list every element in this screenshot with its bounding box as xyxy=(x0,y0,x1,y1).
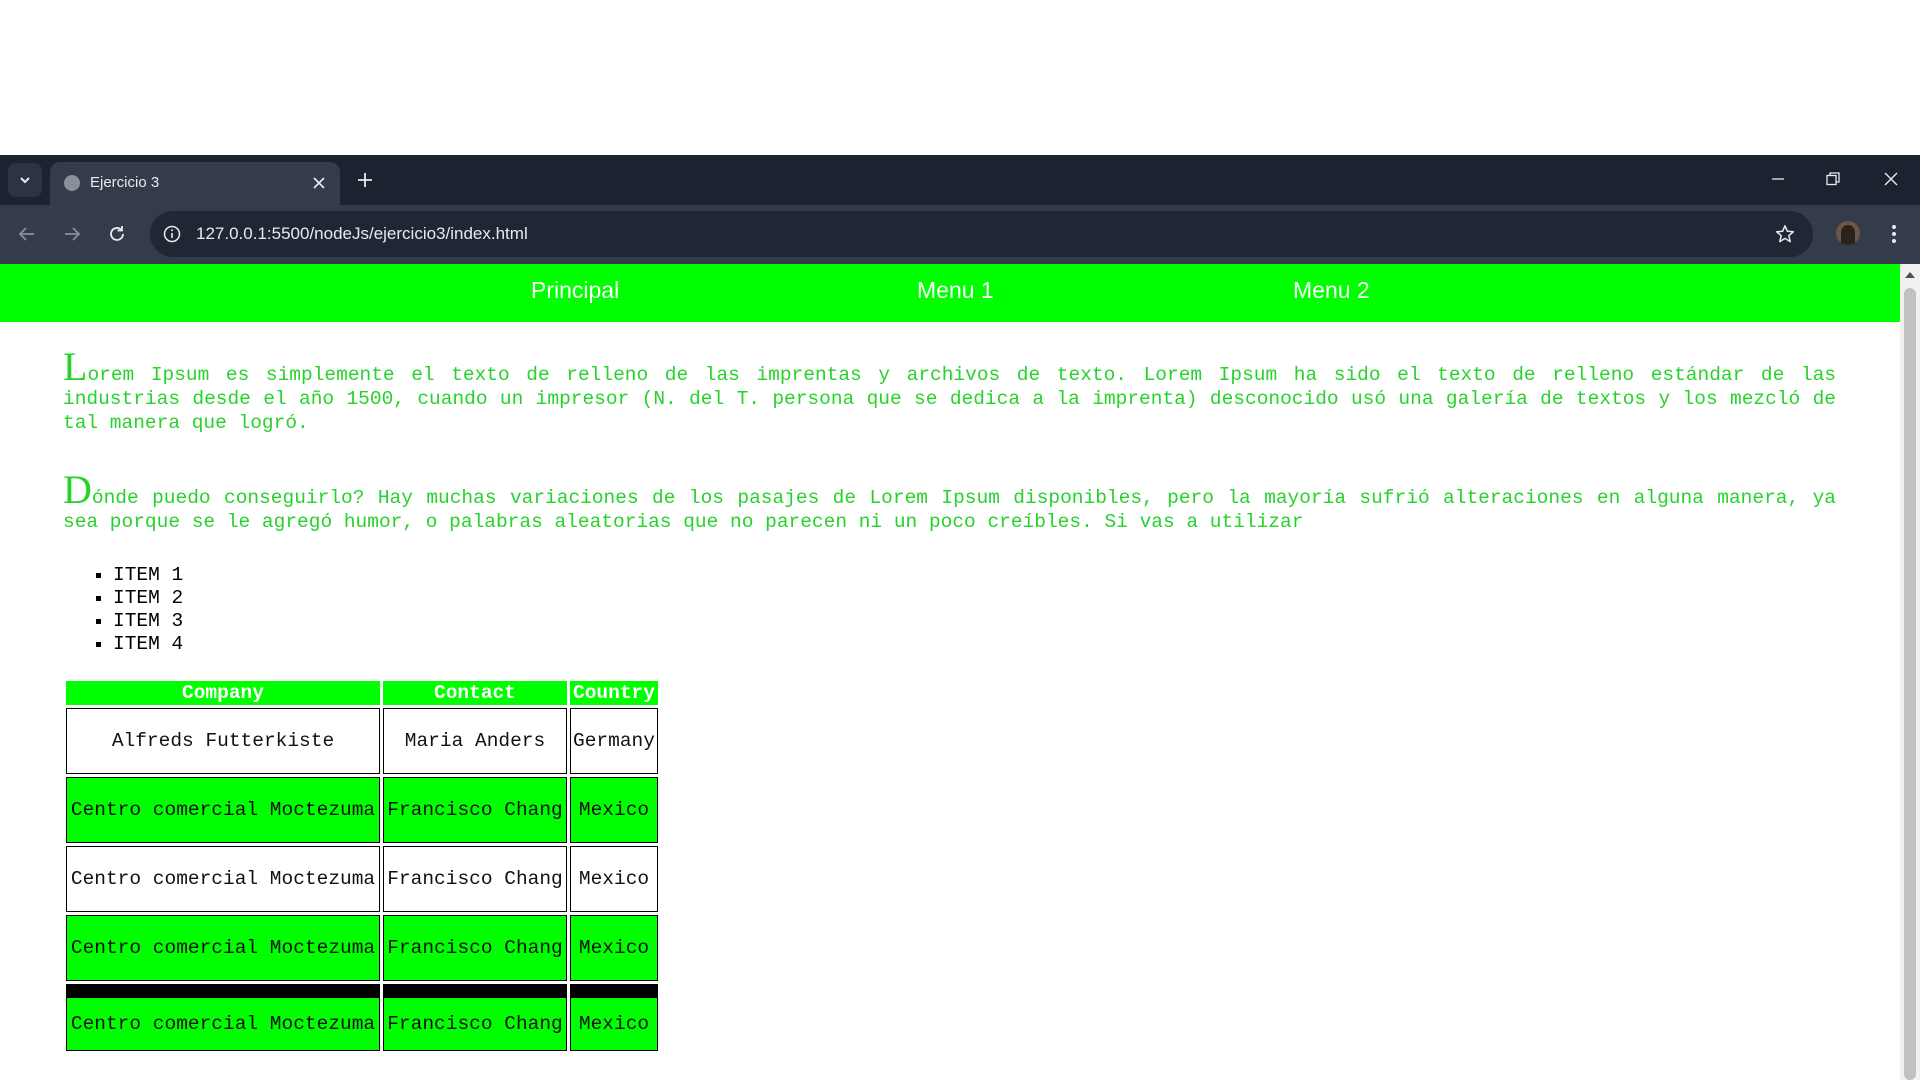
column-header-company: Company xyxy=(66,681,380,705)
info-icon xyxy=(163,225,181,243)
list-item: ITEM 2 xyxy=(113,587,183,610)
table-cell-country: Germany xyxy=(570,708,658,774)
table-cell-company: Centro comercial Moctezuma xyxy=(66,777,380,843)
paragraph-1: Lorem Ipsum es simplemente el texto de r… xyxy=(63,344,1836,434)
address-bar[interactable]: 127.0.0.1:5500/nodeJs/ejercicio3/index.h… xyxy=(150,211,1813,257)
close-icon xyxy=(1884,172,1898,186)
table-cell-country: Mexico xyxy=(570,984,658,1051)
table-header-row: Company Contact Country xyxy=(66,681,658,705)
site-info-button[interactable] xyxy=(160,222,184,246)
minimize-button[interactable] xyxy=(1758,163,1798,195)
close-tab-button[interactable] xyxy=(308,172,330,194)
restore-button[interactable] xyxy=(1813,163,1853,195)
tab-strip: Ejercicio 3 xyxy=(0,155,1920,205)
customers-table: Company Contact Country Alfreds Futterki… xyxy=(63,678,661,1054)
table-row: Alfreds Futterkiste Maria Anders Germany xyxy=(66,708,658,774)
nav-link-principal[interactable]: Principal xyxy=(531,277,619,304)
list-item: ITEM 3 xyxy=(113,610,183,633)
table-cell-country: Mexico xyxy=(570,777,658,843)
reload-button[interactable] xyxy=(102,219,132,249)
browser-tab[interactable]: Ejercicio 3 xyxy=(50,162,340,205)
table-cell-contact: Francisco Chang xyxy=(383,984,567,1051)
chevron-down-icon xyxy=(20,177,30,184)
close-window-button[interactable] xyxy=(1871,163,1911,195)
browser-chrome: Ejercicio 3 127.0.0.1:5500/nodeJs/ejerci… xyxy=(0,155,1920,264)
plus-icon xyxy=(358,173,372,187)
vertical-scrollbar[interactable] xyxy=(1900,264,1920,1080)
arrow-left-icon xyxy=(18,227,34,241)
table-cell-country: Mexico xyxy=(570,915,658,981)
profile-avatar[interactable] xyxy=(1836,221,1860,245)
column-header-country: Country xyxy=(570,681,658,705)
tab-search-button[interactable] xyxy=(8,163,42,197)
url-text[interactable]: 127.0.0.1:5500/nodeJs/ejercicio3/index.h… xyxy=(196,224,528,244)
item-list: ITEM 1 ITEM 2 ITEM 3 ITEM 4 xyxy=(92,564,183,656)
table-row: Centro comercial Moctezuma Francisco Cha… xyxy=(66,777,658,843)
reload-icon xyxy=(110,226,124,241)
browser-toolbar: 127.0.0.1:5500/nodeJs/ejercicio3/index.h… xyxy=(0,205,1920,264)
page-viewport: Principal Menu 1 Menu 2 Lorem Ipsum es s… xyxy=(0,264,1900,1080)
table-cell-company: Centro comercial Moctezuma xyxy=(66,984,380,1051)
paragraph-2: Dónde puedo conseguirlo? Hay muchas vari… xyxy=(63,467,1836,533)
forward-button[interactable] xyxy=(57,219,87,249)
table-cell-company: Alfreds Futterkiste xyxy=(66,708,380,774)
close-icon xyxy=(313,177,325,189)
table-cell-company: Centro comercial Moctezuma xyxy=(66,846,380,912)
scrollbar-thumb[interactable] xyxy=(1904,288,1916,1080)
arrow-right-icon xyxy=(65,227,81,241)
table-cell-contact: Francisco Chang xyxy=(383,846,567,912)
scroll-up-arrow-icon[interactable] xyxy=(1905,272,1915,278)
table-cell-contact: Francisco Chang xyxy=(383,777,567,843)
table-row: Centro comercial Moctezuma Francisco Cha… xyxy=(66,984,658,1051)
restore-icon xyxy=(1826,172,1840,186)
table-row: Centro comercial Moctezuma Francisco Cha… xyxy=(66,915,658,981)
table-cell-company: Centro comercial Moctezuma xyxy=(66,915,380,981)
nav-link-menu-1[interactable]: Menu 1 xyxy=(917,277,994,304)
bookmark-button[interactable] xyxy=(1773,222,1797,246)
more-vertical-icon xyxy=(1892,225,1896,243)
globe-icon xyxy=(64,175,80,191)
table-cell-country: Mexico xyxy=(570,846,658,912)
column-header-contact: Contact xyxy=(383,681,567,705)
list-item: ITEM 1 xyxy=(113,564,183,587)
minimize-icon xyxy=(1772,178,1784,180)
desktop-background xyxy=(0,0,1920,155)
tab-title: Ejercicio 3 xyxy=(90,174,160,191)
table-cell-contact: Maria Anders xyxy=(383,708,567,774)
back-button[interactable] xyxy=(12,219,42,249)
site-navbar: Principal Menu 1 Menu 2 xyxy=(0,264,1900,322)
browser-menu-button[interactable] xyxy=(1880,219,1908,249)
table-cell-contact: Francisco Chang xyxy=(383,915,567,981)
star-icon xyxy=(1775,225,1795,243)
new-tab-button[interactable] xyxy=(352,167,378,193)
list-item: ITEM 4 xyxy=(113,633,183,656)
table-row: Centro comercial Moctezuma Francisco Cha… xyxy=(66,846,658,912)
nav-link-menu-2[interactable]: Menu 2 xyxy=(1293,277,1370,304)
